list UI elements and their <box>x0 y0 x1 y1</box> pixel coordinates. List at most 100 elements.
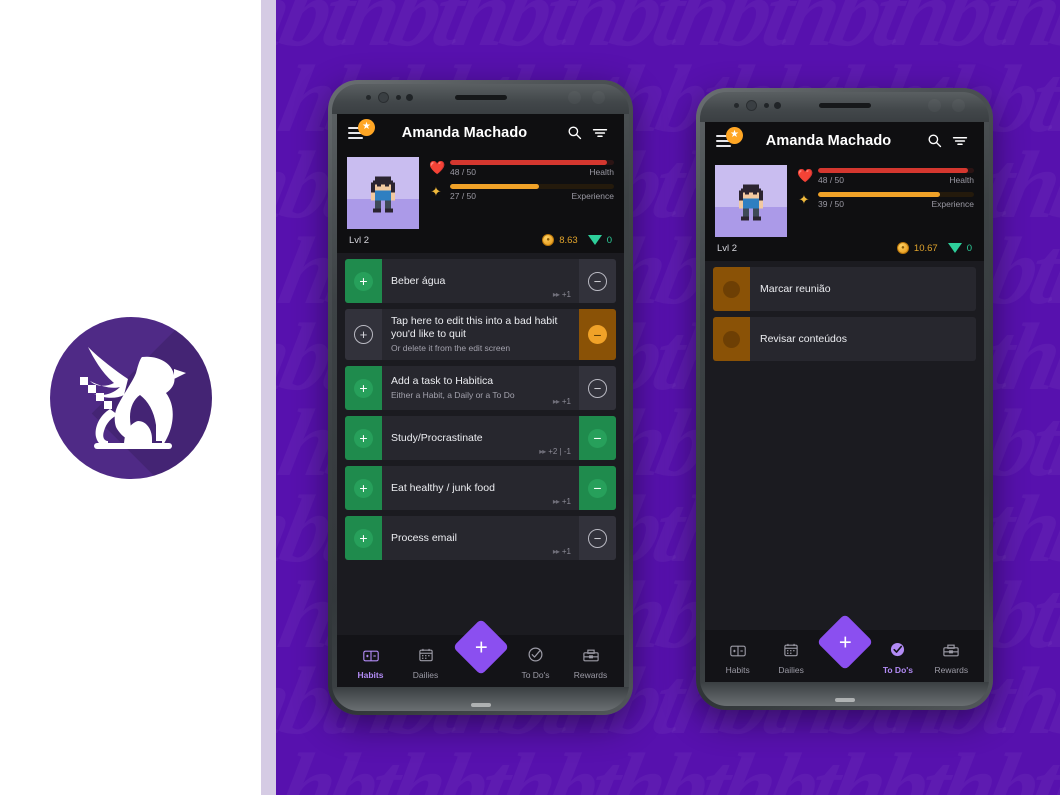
habit-title: Add a task to Habitica <box>391 375 494 387</box>
todo-checkbox[interactable] <box>713 317 750 361</box>
habit-increment-button[interactable]: + <box>345 259 382 303</box>
habit-increment-button[interactable]: + <box>345 416 382 460</box>
gold-value: 10.67 <box>913 242 938 254</box>
experience-bar-fill <box>450 184 539 189</box>
front-camera-icon <box>378 92 389 103</box>
habit-decrement-button[interactable]: − <box>579 416 616 460</box>
search-icon[interactable] <box>561 120 587 146</box>
habit-row[interactable]: + Add a task to Habitica Either a Habit, a… <box>345 366 616 410</box>
habitica-logo <box>49 316 212 479</box>
filter-icon[interactable] <box>587 120 613 146</box>
nav-item-habits[interactable]: Habits <box>343 649 398 680</box>
level-row: Lvl 2 ● 10.67 0 <box>705 237 984 261</box>
habit-content[interactable]: Add a task to Habitica Either a Habit, a … <box>382 366 579 410</box>
habit-row[interactable]: + Beber água ▸▸ +1 − <box>345 259 616 303</box>
habit-increment-button[interactable]: + <box>345 309 382 360</box>
checkbox-circle-icon <box>723 330 740 348</box>
health-bar-row: ❤️ 48 / 50 Health <box>797 168 974 185</box>
filter-icon[interactable] <box>947 128 973 154</box>
star-icon: ✦ <box>798 192 810 207</box>
nav-item-dailies[interactable]: Dailies <box>764 643 817 675</box>
habit-content[interactable]: Process email ▸▸ +1 <box>382 516 579 560</box>
bottom-navigation[interactable]: Habits Dailies To Do's Rewards + <box>337 618 624 687</box>
health-label: Health <box>589 167 614 177</box>
minus-icon: − <box>588 325 607 344</box>
habit-content[interactable]: Tap here to edit this into a bad habit y… <box>382 309 579 360</box>
nav-item-dailies[interactable]: Dailies <box>398 648 453 680</box>
hamburger-menu-icon[interactable]: ★ <box>716 126 743 152</box>
habit-row[interactable]: + Process email ▸▸ +1 − <box>345 516 616 560</box>
avatar[interactable] <box>347 157 419 229</box>
plus-icon: + <box>354 271 373 291</box>
todos-list[interactable]: Marcar reunião Revisar conteúdos <box>705 261 984 630</box>
experience-value: 27 / 50 <box>450 191 476 201</box>
habit-decrement-button[interactable]: − <box>579 516 616 560</box>
minus-icon: − <box>588 378 607 398</box>
nav-item-label: Habits <box>725 665 750 675</box>
habits-list[interactable]: + Beber água ▸▸ +1− + Tap here to edit this i… <box>337 253 624 635</box>
habit-row[interactable]: + Eat healthy / junk food ▸▸ +1 − <box>345 466 616 510</box>
habit-notes: Either a Habit, a Daily or a To Do <box>391 390 515 400</box>
hamburger-menu-icon[interactable]: ★ <box>348 118 375 144</box>
gesture-bar <box>834 698 855 702</box>
phone-top-bezel <box>700 92 989 122</box>
habit-score-value: +1 <box>561 497 571 506</box>
habit-decrement-button[interactable]: − <box>579 259 616 303</box>
todo-content[interactable]: Marcar reunião <box>750 267 976 311</box>
experience-label: Experience <box>571 191 614 201</box>
plus-icon: + <box>354 528 373 548</box>
phone-mockup-habits: ★ Amanda Machado ❤️ 48 / 50 Health ✦ 27 … <box>328 80 633 715</box>
sensor-icon <box>366 95 371 100</box>
todo-row[interactable]: Marcar reunião <box>713 267 976 311</box>
nav-item-rewards[interactable]: Rewards <box>563 649 618 680</box>
avatar[interactable] <box>715 165 787 237</box>
nav-item-to-do-s[interactable]: To Do's <box>871 642 924 675</box>
habit-decrement-button[interactable]: − <box>579 366 616 410</box>
gem-icon <box>947 243 962 253</box>
bottom-navigation[interactable]: Habits Dailies To Do's Rewards + <box>705 613 984 682</box>
check-circle-icon <box>890 642 905 662</box>
player-stats: ❤️ 48 / 50 Health <box>705 159 984 237</box>
habit-decrement-button[interactable]: − <box>579 466 616 510</box>
todo-content[interactable]: Revisar conteúdos <box>750 317 976 361</box>
avatar-sprite <box>371 176 395 213</box>
minus-icon: − <box>588 528 607 548</box>
habit-title: Process email <box>391 531 457 544</box>
health-bar-track <box>818 168 974 173</box>
search-icon[interactable] <box>921 128 947 154</box>
todo-row[interactable]: Revisar conteúdos <box>713 317 976 361</box>
streak-icon: ▸▸ <box>539 447 546 456</box>
habits-icon <box>729 644 746 662</box>
todo-checkbox[interactable] <box>713 267 750 311</box>
habit-increment-button[interactable]: + <box>345 516 382 560</box>
habit-decrement-button[interactable]: − <box>579 309 616 360</box>
habit-score-value: +1 <box>561 290 571 299</box>
habit-score: ▸▸ +1 <box>553 547 571 556</box>
nav-item-habits[interactable]: Habits <box>711 644 764 675</box>
minus-icon: − <box>588 271 607 291</box>
habit-increment-button[interactable]: + <box>345 466 382 510</box>
app-header: ★ Amanda Machado <box>705 122 984 159</box>
nav-item-label: To Do's <box>521 670 550 680</box>
habit-content[interactable]: Beber água ▸▸ +1 <box>382 259 579 303</box>
nav-item-to-do-s[interactable]: To Do's <box>508 647 563 680</box>
phone-inner: ★ Amanda Machado <box>700 92 989 706</box>
habit-increment-button[interactable]: + <box>345 366 382 410</box>
front-camera-icon <box>746 100 757 111</box>
check-circle-icon <box>528 647 543 667</box>
level-label: Lvl 2 <box>717 242 738 254</box>
experience-bar-row: ✦ 39 / 50 Experience <box>797 192 974 209</box>
nav-item-label: To Do's <box>882 665 914 675</box>
nav-item-rewards[interactable]: Rewards <box>925 644 978 675</box>
habit-content[interactable]: Study/Procrastinate ▸▸ +2 | -1 <box>382 416 579 460</box>
experience-bar-fill <box>818 192 940 197</box>
habit-row[interactable]: + Study/Procrastinate ▸▸ +2 | -1 − <box>345 416 616 460</box>
health-bar-track <box>450 160 614 165</box>
habit-title: Eat healthy / junk food <box>391 481 495 494</box>
experience-label: Experience <box>931 199 974 209</box>
habit-row[interactable]: + Tap here to edit this into a bad habit … <box>345 309 616 360</box>
currency-row: ● 10.67 0 <box>896 242 972 254</box>
todo-title: Marcar reunião <box>760 283 831 295</box>
habit-score: ▸▸ +1 <box>553 397 571 406</box>
habit-content[interactable]: Eat healthy / junk food ▸▸ +1 <box>382 466 579 510</box>
